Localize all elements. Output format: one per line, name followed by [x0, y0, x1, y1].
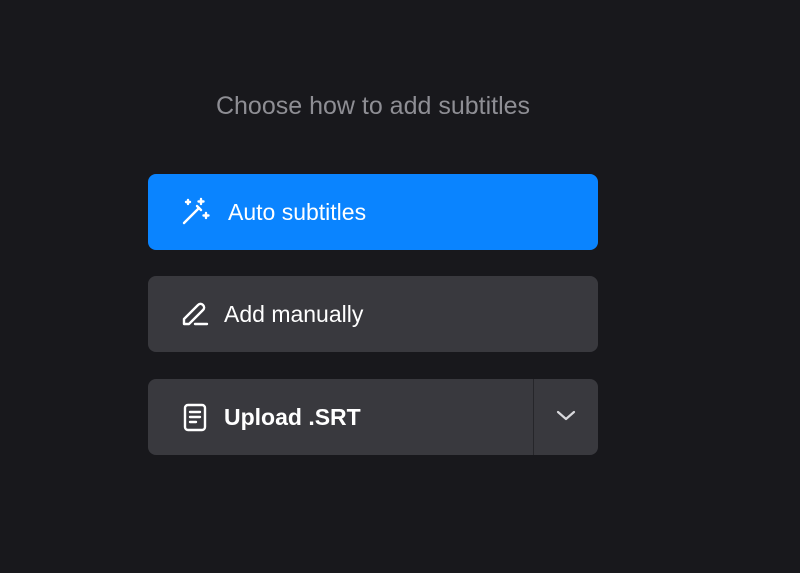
document-icon [178, 400, 212, 434]
subtitle-options-panel: Choose how to add subtitles Auto subtitl… [0, 0, 800, 573]
auto-subtitles-button[interactable]: Auto subtitles [148, 174, 598, 250]
chevron-down-icon [555, 408, 577, 427]
upload-srt-split-button: Upload .SRT [148, 379, 598, 455]
upload-srt-label: Upload .SRT [224, 403, 361, 430]
upload-options-toggle[interactable] [534, 379, 598, 455]
panel-heading: Choose how to add subtitles [215, 92, 531, 120]
upload-srt-button[interactable]: Upload .SRT [148, 379, 533, 455]
add-manually-button[interactable]: Add manually [148, 276, 598, 352]
auto-subtitles-label: Auto subtitles [228, 198, 367, 225]
pencil-icon [178, 297, 212, 331]
magic-wand-icon [178, 195, 212, 229]
add-manually-label: Add manually [224, 300, 364, 327]
